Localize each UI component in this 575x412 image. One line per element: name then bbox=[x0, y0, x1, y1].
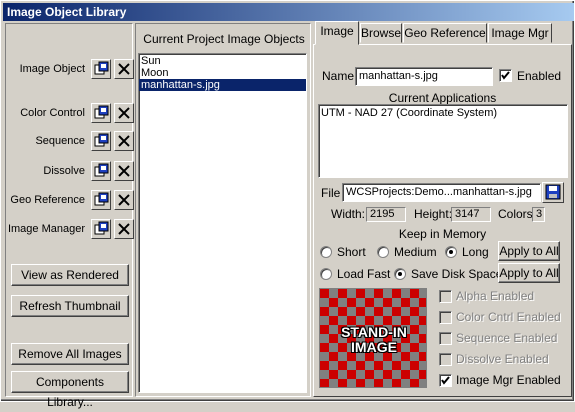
name-label: Name bbox=[322, 69, 355, 83]
memory-short-label: Short bbox=[337, 245, 366, 259]
height-value: 3147 bbox=[451, 207, 491, 222]
add-sequence-icon[interactable] bbox=[91, 131, 111, 151]
colors-label: Colors: bbox=[498, 207, 537, 221]
stand-in-text: STAND-IN IMAGE bbox=[320, 324, 426, 355]
stand-in-line1: STAND-IN bbox=[341, 324, 407, 340]
check-icon bbox=[441, 376, 450, 385]
height-label: Height: bbox=[414, 207, 453, 221]
tab-geo-reference[interactable]: Geo Reference bbox=[403, 23, 487, 43]
remove-image-object-icon[interactable] bbox=[114, 59, 134, 79]
colors-value: 3 bbox=[532, 207, 545, 222]
applications-list[interactable]: UTM - NAD 27 (Coordinate System) bbox=[318, 104, 568, 178]
remove-dissolve-icon[interactable] bbox=[114, 161, 134, 181]
load-fast-radio[interactable] bbox=[320, 268, 332, 280]
enabled-label: Enabled bbox=[517, 69, 562, 83]
row-label: Geo Reference bbox=[10, 194, 85, 206]
remove-image-manager-icon[interactable] bbox=[114, 219, 134, 239]
project-objects-list[interactable]: Sun Moon manhattan-s.jpg bbox=[138, 53, 307, 393]
name-field[interactable]: manhattan-s.jpg bbox=[355, 67, 493, 86]
flag-checkbox bbox=[439, 311, 452, 324]
width-value: 2195 bbox=[366, 207, 406, 222]
left-panel bbox=[5, 23, 133, 397]
remove-geo-reference-icon[interactable] bbox=[114, 190, 134, 210]
file-path-field[interactable]: WCSProjects:Demo...manhattan-s.jpg bbox=[342, 183, 541, 202]
tab-image[interactable]: Image bbox=[315, 21, 359, 45]
remove-sequence-icon[interactable] bbox=[114, 131, 134, 151]
apply-to-all-memory-button[interactable]: Apply to All bbox=[498, 241, 560, 261]
add-image-manager-icon[interactable] bbox=[91, 219, 111, 239]
components-library-button[interactable]: Components Library... bbox=[11, 371, 129, 409]
remove-all-images-button[interactable]: Remove All Images bbox=[11, 343, 129, 365]
flag-checkbox bbox=[439, 290, 452, 303]
flag-label: Alpha Enabled bbox=[456, 289, 535, 303]
tab-browse[interactable]: Browse bbox=[360, 23, 402, 43]
row-label: Image Object bbox=[19, 63, 85, 75]
list-item[interactable]: Moon bbox=[139, 67, 306, 79]
width-label: Width: bbox=[331, 207, 366, 221]
check-icon bbox=[501, 71, 510, 80]
objects-header: Current Project Image Objects bbox=[143, 32, 305, 46]
row-label: Image Manager bbox=[7, 223, 85, 235]
save-disk-space-label: Save Disk Space bbox=[411, 267, 503, 281]
add-color-control-icon[interactable] bbox=[91, 103, 111, 123]
tab-image-mgr[interactable]: Image Mgr bbox=[488, 23, 552, 43]
save-disk-space-radio[interactable] bbox=[394, 268, 406, 280]
add-geo-reference-icon[interactable] bbox=[91, 190, 111, 210]
memory-medium-radio[interactable] bbox=[377, 246, 389, 258]
application-item[interactable]: UTM - NAD 27 (Coordinate System) bbox=[319, 107, 567, 119]
apply-to-all-load-button[interactable]: Apply to All bbox=[498, 263, 560, 283]
row-label: Dissolve bbox=[43, 165, 85, 177]
keep-in-memory-header: Keep in Memory bbox=[398, 227, 487, 241]
list-item[interactable]: manhattan-s.jpg bbox=[139, 79, 306, 91]
list-item[interactable]: Sun bbox=[139, 55, 306, 67]
flag-label: Sequence Enabled bbox=[456, 331, 558, 345]
stand-in-image-thumbnail: STAND-IN IMAGE bbox=[319, 288, 427, 388]
memory-short-radio[interactable] bbox=[320, 246, 332, 258]
enabled-checkbox[interactable] bbox=[499, 69, 512, 82]
flag-checkbox[interactable] bbox=[439, 374, 452, 387]
stand-in-line2: IMAGE bbox=[351, 339, 397, 355]
memory-long-label: Long bbox=[462, 245, 489, 259]
flag-label: Color Cntrl Enabled bbox=[456, 310, 561, 324]
row-label: Sequence bbox=[35, 135, 85, 147]
remove-color-control-icon[interactable] bbox=[114, 103, 134, 123]
memory-long-radio[interactable] bbox=[445, 246, 457, 258]
refresh-thumbnail-button[interactable]: Refresh Thumbnail bbox=[11, 295, 129, 317]
row-label: Color Control bbox=[20, 107, 85, 119]
add-image-object-icon[interactable] bbox=[91, 59, 111, 79]
memory-medium-label: Medium bbox=[394, 245, 437, 259]
view-as-rendered-button[interactable]: View as Rendered bbox=[11, 264, 129, 286]
window-title: Image Object Library bbox=[3, 3, 574, 21]
save-file-icon[interactable] bbox=[542, 182, 564, 203]
file-label: File bbox=[321, 186, 341, 200]
flag-label: Image Mgr Enabled bbox=[456, 373, 561, 387]
flag-checkbox bbox=[439, 353, 452, 366]
load-fast-label: Load Fast bbox=[337, 267, 391, 281]
flag-label: Dissolve Enabled bbox=[456, 352, 549, 366]
image-object-library-window: Image Object Library Image Object Color … bbox=[0, 0, 575, 409]
flag-checkbox bbox=[439, 332, 452, 345]
add-dissolve-icon[interactable] bbox=[91, 161, 111, 181]
apps-header: Current Applications bbox=[388, 91, 497, 105]
